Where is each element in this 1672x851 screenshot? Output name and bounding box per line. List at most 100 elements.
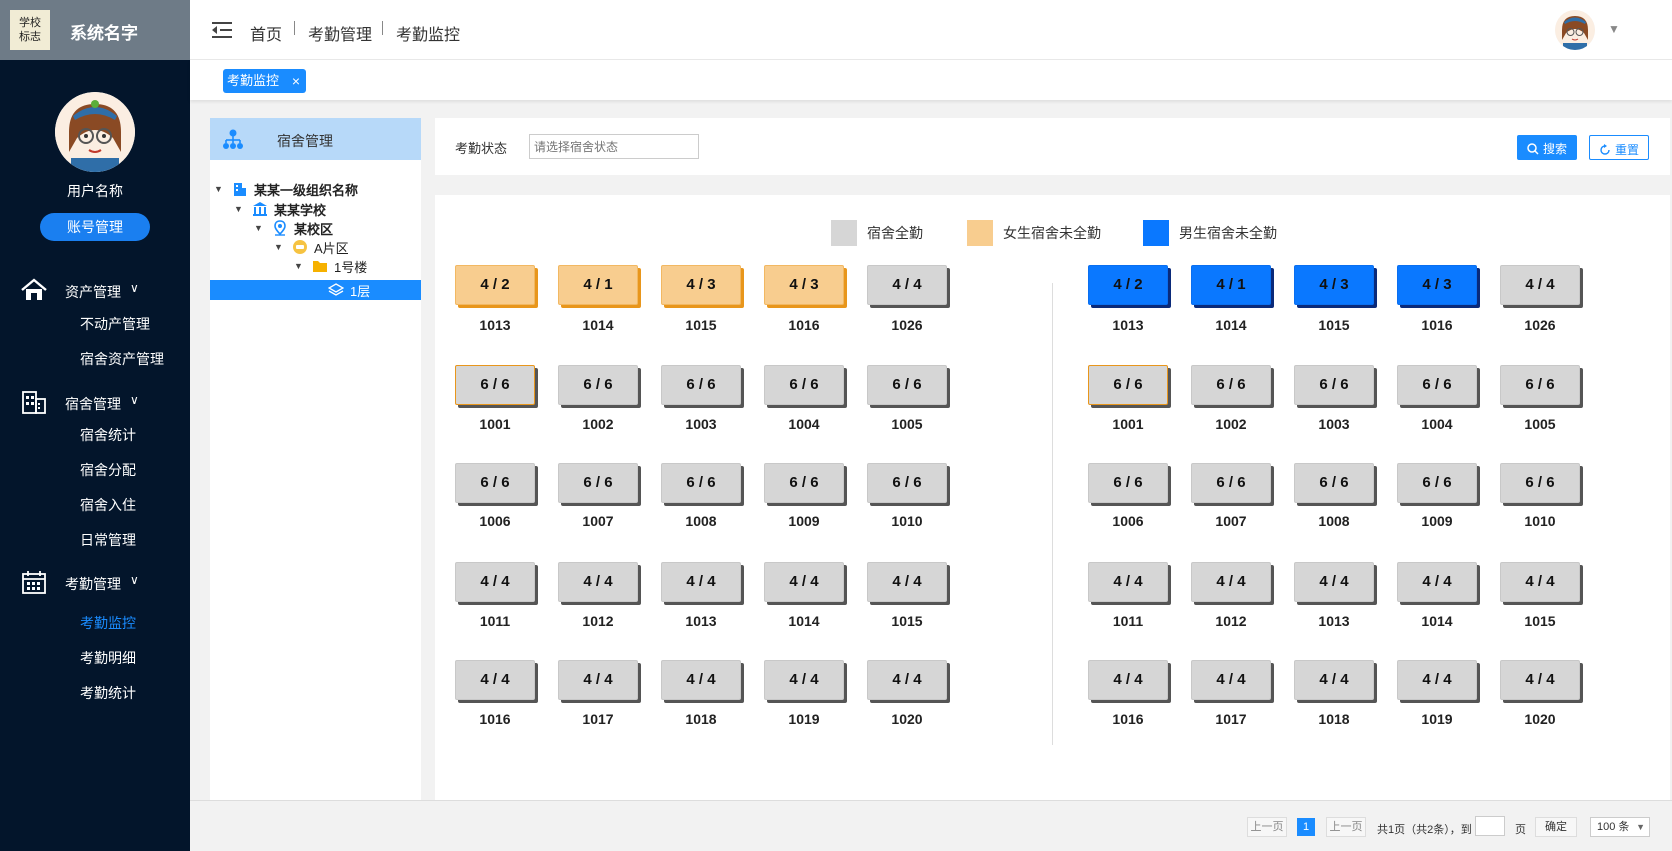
current-page[interactable]: 1: [1297, 818, 1315, 836]
room-occupancy-left[interactable]: 6 / 6: [558, 365, 638, 405]
room-occupancy-left[interactable]: 4 / 4: [558, 660, 638, 700]
page-size-select[interactable]: 100 条 ▼: [1590, 817, 1650, 837]
nav-item-dorm-assign[interactable]: 宿舍分配: [80, 460, 136, 480]
room-occupancy-left[interactable]: 4 / 4: [455, 660, 535, 700]
tree-node-school[interactable]: ▼ 某某学校: [234, 199, 326, 219]
room-occupancy-right[interactable]: 4 / 3: [1294, 265, 1374, 305]
chevron-down-icon: ∨: [130, 573, 139, 587]
goto-page-input[interactable]: [1475, 816, 1505, 836]
room-occupancy-left[interactable]: 6 / 6: [867, 463, 947, 503]
room-occupancy-right[interactable]: 4 / 4: [1500, 562, 1580, 602]
triangle-down-icon[interactable]: ▼: [254, 223, 266, 233]
top-user-avatar[interactable]: [1555, 10, 1595, 50]
room-number-left: 1016: [788, 317, 820, 333]
triangle-down-icon[interactable]: ▼: [214, 184, 226, 194]
nav-group-asset[interactable]: 资产管理 ∨: [0, 275, 190, 305]
tree-node-building[interactable]: ▼ 1号楼: [294, 256, 367, 276]
nav-item-dorm-checkin[interactable]: 宿舍入住: [80, 495, 136, 515]
user-avatar[interactable]: [55, 92, 135, 172]
prev-page-button[interactable]: 上一页: [1247, 817, 1287, 837]
reset-button[interactable]: 重置: [1589, 135, 1649, 160]
room-occupancy-left[interactable]: 4 / 3: [764, 265, 844, 305]
breadcrumb-home[interactable]: 首页: [250, 21, 282, 45]
room-occupancy-left[interactable]: 4 / 4: [764, 562, 844, 602]
room-occupancy-right[interactable]: 4 / 4: [1191, 562, 1271, 602]
room-number-left: 1018: [685, 711, 717, 727]
room-occupancy-right[interactable]: 4 / 4: [1191, 660, 1271, 700]
room-occupancy-left[interactable]: 4 / 4: [764, 660, 844, 700]
tree-node-floor[interactable]: 1层: [328, 280, 370, 300]
room-occupancy-right[interactable]: 4 / 4: [1294, 660, 1374, 700]
room-occupancy-right[interactable]: 6 / 6: [1191, 365, 1271, 405]
room-occupancy-right[interactable]: 6 / 6: [1088, 365, 1168, 405]
room-occupancy-left[interactable]: 4 / 2: [455, 265, 535, 305]
room-occupancy-left[interactable]: 4 / 1: [558, 265, 638, 305]
nav-item-dorm-stats[interactable]: 宿舍统计: [80, 425, 136, 445]
room-occupancy-right[interactable]: 4 / 4: [1088, 562, 1168, 602]
account-management-button[interactable]: 账号管理: [40, 213, 150, 241]
triangle-down-icon[interactable]: ▼: [294, 261, 306, 271]
room-occupancy-left[interactable]: 6 / 6: [764, 365, 844, 405]
triangle-down-icon[interactable]: ▼: [274, 242, 286, 252]
room-occupancy-right[interactable]: 4 / 2: [1088, 265, 1168, 305]
next-page-button[interactable]: 上一页: [1326, 817, 1366, 837]
room-occupancy-left[interactable]: 6 / 6: [558, 463, 638, 503]
room-occupancy-left[interactable]: 4 / 4: [661, 562, 741, 602]
nav-item-attendance-detail[interactable]: 考勤明细: [80, 648, 136, 668]
attendance-status-select[interactable]: [529, 134, 699, 159]
room-occupancy-right[interactable]: 6 / 6: [1397, 365, 1477, 405]
confirm-button[interactable]: 确定: [1535, 817, 1577, 837]
room-occupancy-left[interactable]: 6 / 6: [661, 365, 741, 405]
close-icon[interactable]: ×: [292, 69, 300, 93]
tree-node-campus[interactable]: ▼ 某校区: [254, 218, 333, 238]
room-occupancy-right[interactable]: 4 / 4: [1500, 660, 1580, 700]
tree-node-area[interactable]: ▼ A片区: [274, 237, 349, 257]
chevron-down-icon: ∨: [130, 393, 139, 407]
room-occupancy-right[interactable]: 6 / 6: [1294, 365, 1374, 405]
attendance-monitor-panel: 宿舍全勤 女生宿舍未全勤 男生宿舍未全勤 4 / 2 1013 4 / 1 1014 4…: [435, 195, 1670, 800]
room-occupancy-left[interactable]: 4 / 4: [455, 562, 535, 602]
nav-group-dorm[interactable]: 宿舍管理 ∨: [0, 387, 190, 417]
nav-item-attendance-monitor[interactable]: 考勤监控: [80, 613, 136, 633]
room-occupancy-right[interactable]: 6 / 6: [1500, 365, 1580, 405]
room-occupancy-right[interactable]: 4 / 1: [1191, 265, 1271, 305]
room-occupancy-left[interactable]: 6 / 6: [661, 463, 741, 503]
tree-node-org[interactable]: ▼ 某某一级组织名称: [214, 179, 358, 199]
breadcrumb-attendance[interactable]: 考勤管理: [308, 21, 372, 45]
org-icon: [234, 183, 246, 196]
nav-group-attendance[interactable]: 考勤管理 ∨: [0, 567, 190, 597]
location-icon: [274, 220, 286, 236]
triangle-down-icon[interactable]: ▼: [234, 204, 246, 214]
room-number-right: 1018: [1318, 711, 1350, 727]
nav-item-dorm-asset[interactable]: 宿舍资产管理: [80, 349, 164, 369]
room-occupancy-right[interactable]: 6 / 6: [1500, 463, 1580, 503]
room-occupancy-right[interactable]: 4 / 4: [1088, 660, 1168, 700]
room-occupancy-left[interactable]: 4 / 4: [661, 660, 741, 700]
tab-attendance-monitor[interactable]: 考勤监控 ×: [223, 69, 306, 93]
room-occupancy-right[interactable]: 4 / 4: [1500, 265, 1580, 305]
room-occupancy-left[interactable]: 4 / 4: [558, 562, 638, 602]
room-occupancy-right[interactable]: 4 / 4: [1397, 562, 1477, 602]
room-occupancy-right[interactable]: 6 / 6: [1191, 463, 1271, 503]
room-occupancy-left[interactable]: 6 / 6: [867, 365, 947, 405]
room-number-right: 1015: [1318, 317, 1350, 333]
room-occupancy-right[interactable]: 6 / 6: [1294, 463, 1374, 503]
room-occupancy-left[interactable]: 6 / 6: [455, 463, 535, 503]
room-occupancy-left[interactable]: 4 / 4: [867, 562, 947, 602]
room-occupancy-right[interactable]: 4 / 4: [1397, 660, 1477, 700]
search-button[interactable]: 搜索: [1517, 135, 1577, 160]
room-occupancy-right[interactable]: 4 / 3: [1397, 265, 1477, 305]
room-occupancy-right[interactable]: 6 / 6: [1397, 463, 1477, 503]
menu-collapse-icon[interactable]: [210, 20, 234, 40]
room-occupancy-left[interactable]: 6 / 6: [455, 365, 535, 405]
room-occupancy-right[interactable]: 6 / 6: [1088, 463, 1168, 503]
room-occupancy-right[interactable]: 4 / 4: [1294, 562, 1374, 602]
room-occupancy-left[interactable]: 4 / 4: [867, 660, 947, 700]
nav-item-attendance-stats[interactable]: 考勤统计: [80, 683, 136, 703]
room-occupancy-left[interactable]: 6 / 6: [764, 463, 844, 503]
nav-item-daily-mgmt[interactable]: 日常管理: [80, 530, 136, 550]
room-occupancy-left[interactable]: 4 / 4: [867, 265, 947, 305]
caret-down-icon[interactable]: ▼: [1608, 22, 1620, 36]
room-occupancy-left[interactable]: 4 / 3: [661, 265, 741, 305]
nav-item-realestate[interactable]: 不动产管理: [80, 314, 150, 334]
